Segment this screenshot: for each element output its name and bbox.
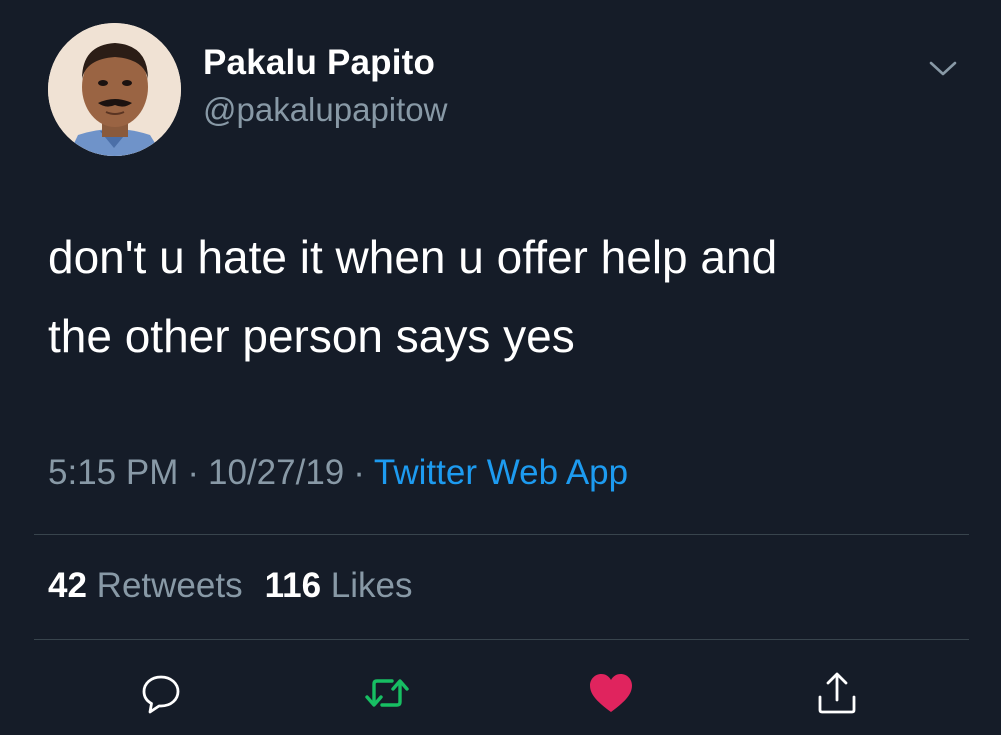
divider — [34, 534, 969, 535]
tweet-meta: 5:15 PM · 10/27/19 · Twitter Web App — [48, 453, 628, 493]
divider — [34, 639, 969, 640]
retweet-button[interactable] — [362, 668, 412, 718]
heart-icon — [590, 674, 632, 712]
retweets-label: Retweets — [96, 566, 243, 605]
tweet-text-line: the other person says yes — [48, 310, 575, 362]
tweet-source-link[interactable]: Twitter Web App — [374, 453, 628, 492]
retweet-icon — [365, 679, 409, 707]
tweet-stats: 42 Retweets 116 Likes — [48, 566, 413, 606]
tweet-time[interactable]: 5:15 PM — [48, 453, 178, 492]
tweet-detail-view: Pakalu Papito @pakalupapitow don't u hat… — [0, 0, 1001, 735]
meta-separator: · — [353, 453, 365, 492]
like-button[interactable] — [586, 668, 636, 718]
avatar[interactable] — [48, 23, 181, 156]
display-name[interactable]: Pakalu Papito — [203, 43, 435, 83]
tweet-text-line: don't u hate it when u offer help and — [48, 231, 778, 283]
meta-separator: · — [187, 453, 200, 492]
tweet-text: don't u hate it when u offer help and th… — [48, 218, 968, 376]
reply-button[interactable] — [136, 668, 186, 718]
retweets-stat[interactable]: 42 Retweets — [48, 566, 243, 605]
share-icon — [818, 672, 856, 714]
user-handle[interactable]: @pakalupapitow — [203, 91, 448, 129]
retweets-count: 42 — [48, 566, 87, 605]
likes-count: 116 — [264, 566, 322, 605]
share-button[interactable] — [812, 668, 862, 718]
likes-label: Likes — [330, 566, 413, 605]
profile-photo-icon — [48, 23, 181, 156]
reply-icon — [142, 675, 180, 714]
likes-stat[interactable]: 116 Likes — [265, 566, 413, 605]
tweet-date[interactable]: 10/27/19 — [208, 453, 344, 492]
chevron-down-icon[interactable] — [925, 54, 961, 82]
